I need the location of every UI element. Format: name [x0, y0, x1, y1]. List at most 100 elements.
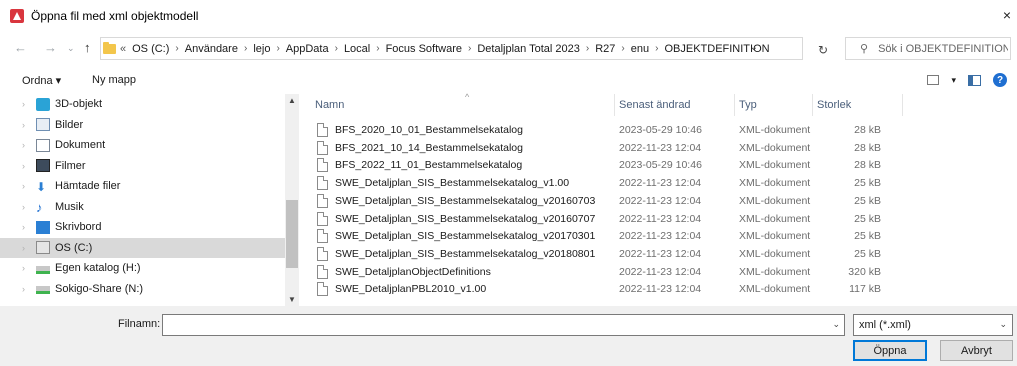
search-box[interactable]: ⚲ — [845, 37, 1011, 60]
breadcrumb-separator-icon[interactable]: › — [244, 43, 247, 54]
file-name: SWE_DetaljplanPBL2010_v1.00 — [335, 283, 487, 296]
view-options-icon[interactable] — [927, 75, 940, 85]
breadcrumb-item[interactable]: Användare — [185, 43, 238, 55]
organize-button[interactable]: Ordna ▾ — [22, 74, 61, 87]
breadcrumb-item[interactable]: Detaljplan Total 2023 — [477, 43, 580, 55]
tree-item[interactable]: › Skrivbord — [0, 217, 285, 237]
expand-chevron-icon[interactable]: › — [22, 140, 25, 150]
file-name: SWE_Detaljplan_SIS_Bestammelsekatalog_v2… — [335, 247, 596, 260]
column-header-name[interactable]: Namn ^ — [315, 92, 615, 116]
file-row[interactable]: SWE_Detaljplan_SIS_Bestammelsekatalog_v2… — [305, 245, 905, 263]
breadcrumb-item[interactable]: Focus Software — [386, 43, 462, 55]
breadcrumb-separator-icon[interactable]: › — [376, 43, 379, 54]
chevron-down-icon[interactable]: ⌄ — [999, 319, 1007, 330]
scroll-down-icon[interactable]: ▼ — [288, 295, 296, 304]
breadcrumb-overflow-icon[interactable]: « — [120, 43, 126, 55]
breadcrumb-separator-icon[interactable]: › — [586, 43, 589, 54]
breadcrumb-separator-icon[interactable]: › — [621, 43, 624, 54]
tree-item-label: Dokument — [55, 139, 106, 151]
expand-chevron-icon[interactable]: › — [22, 222, 25, 232]
breadcrumb-separator-icon[interactable]: › — [335, 43, 338, 54]
app-icon — [10, 8, 24, 23]
column-header-date[interactable]: Senast ändrad — [619, 94, 735, 116]
nav-scrollbar[interactable]: ▲ ▼ — [285, 94, 299, 306]
tree-item[interactable]: › OS (C:) — [0, 237, 285, 258]
file-row[interactable]: BFS_2021_10_14_Bestammelsekatalog 2022-11… — [305, 139, 905, 157]
back-arrow-icon[interactable]: ← — [14, 40, 27, 55]
search-input[interactable] — [878, 42, 1009, 55]
address-dropdown-icon[interactable]: ⌄ — [750, 42, 758, 53]
file-row[interactable]: BFS_2022_11_01_Bestammelsekatalog 2023-05… — [305, 156, 905, 174]
file-row[interactable]: SWE_Detaljplan_SIS_Bestammelsekatalog_v2… — [305, 227, 905, 245]
refresh-icon[interactable]: ↻ — [818, 43, 828, 57]
file-name: SWE_DetaljplanObjectDefinitions — [335, 265, 491, 278]
file-row[interactable]: SWE_Detaljplan_SIS_Bestammelsekatalog_v2… — [305, 192, 905, 210]
expand-chevron-icon[interactable]: › — [22, 202, 25, 212]
network-drive-icon — [36, 286, 50, 294]
tree-item[interactable]: › Dokument — [0, 135, 285, 155]
new-folder-button[interactable]: Ny mapp — [92, 74, 136, 86]
expand-chevron-icon[interactable]: › — [22, 161, 25, 171]
column-header-size[interactable]: Storlek — [817, 94, 903, 116]
expand-chevron-icon[interactable]: › — [22, 99, 25, 109]
cancel-button[interactable]: Avbryt — [940, 340, 1013, 361]
tree-item[interactable]: › ♪ Musik — [0, 197, 285, 217]
column-divider[interactable] — [902, 94, 903, 116]
breadcrumb-item[interactable]: AppData — [286, 43, 329, 55]
tree-item[interactable]: › Bilder — [0, 115, 285, 135]
column-type-label: Typ — [739, 99, 757, 111]
close-icon[interactable]: × — [1003, 7, 1011, 23]
view-dropdown-icon[interactable]: ▾ — [951, 75, 956, 86]
filename-input[interactable] — [163, 315, 823, 335]
expand-chevron-icon[interactable]: › — [22, 120, 25, 130]
command-bar: Ordna ▾ Ny mapp ▾ ? — [0, 68, 1017, 94]
forward-arrow-icon[interactable]: → — [44, 40, 57, 55]
file-row[interactable]: SWE_DetaljplanObjectDefinitions 2022-11-2… — [305, 263, 905, 281]
network-drive-icon — [36, 265, 50, 274]
help-icon[interactable]: ? — [993, 73, 1007, 87]
breadcrumb-item[interactable]: R27 — [595, 43, 615, 55]
column-header-type[interactable]: Typ — [739, 94, 813, 116]
column-divider[interactable] — [614, 94, 615, 116]
file-type-select[interactable]: xml (*.xml) ⌄ — [853, 314, 1013, 336]
tree-item[interactable]: › ⬇ Hämtade filer — [0, 176, 285, 196]
recent-locations-icon[interactable]: ⌄ — [67, 43, 75, 54]
open-button[interactable]: Öppna — [853, 340, 927, 361]
tree-item-label: Sokigo-Share (N:) — [55, 282, 144, 295]
breadcrumb-item[interactable]: lejo — [253, 43, 270, 55]
3d-objects-icon — [36, 97, 50, 111]
tree-item[interactable]: › Sokigo-Share (N:) — [0, 279, 285, 299]
expand-chevron-icon[interactable]: › — [22, 263, 25, 273]
preview-pane-icon[interactable] — [968, 74, 981, 86]
up-arrow-icon[interactable]: ↑ — [84, 40, 91, 55]
file-row[interactable]: SWE_Detaljplan_SIS_Bestammelsekatalog_v1… — [305, 174, 905, 192]
column-divider[interactable] — [812, 94, 813, 116]
file-row[interactable]: BFS_2020_10_01_Bestammelsekatalog 2023-05… — [305, 121, 905, 139]
scrollbar-thumb[interactable] — [286, 200, 298, 268]
expand-chevron-icon[interactable]: › — [22, 243, 25, 253]
breadcrumb-separator-icon[interactable]: › — [175, 43, 178, 54]
tree-item[interactable]: › 3D-objekt — [0, 94, 285, 114]
file-row[interactable]: SWE_DetaljplanPBL2010_v1.00 2022-11-23 12… — [305, 280, 905, 298]
tree-item[interactable]: › Filmer — [0, 156, 285, 176]
breadcrumb-item[interactable]: enu — [631, 43, 649, 55]
breadcrumb-item[interactable]: Local — [344, 43, 370, 55]
expand-chevron-icon[interactable]: › — [22, 284, 25, 294]
scroll-up-icon[interactable]: ▲ — [288, 96, 296, 105]
tree-item-label: Hämtade filer — [55, 180, 121, 192]
file-row[interactable]: SWE_Detaljplan_SIS_Bestammelsekatalog_v2… — [305, 210, 905, 228]
breadcrumb-separator-icon[interactable]: › — [468, 43, 471, 54]
breadcrumb: OS (C:) › Användare › lejo › AppData › Local › Foc… — [132, 43, 769, 55]
chevron-down-icon[interactable]: ⌄ — [832, 319, 840, 330]
expand-chevron-icon[interactable]: › — [22, 181, 25, 191]
desktop-icon — [36, 220, 50, 234]
tree-item[interactable]: › Egen katalog (H:) — [0, 258, 285, 278]
breadcrumb-item[interactable]: OS (C:) — [132, 43, 169, 55]
breadcrumb-separator-icon[interactable]: › — [276, 43, 279, 54]
address-bar[interactable]: « OS (C:) › Användare › lejo › AppData › Local › F… — [100, 37, 803, 60]
address-row: ← → ⌄ ↑ « OS (C:) › Användare › lejo › AppData… — [0, 31, 1017, 65]
breadcrumb-separator-icon[interactable]: › — [655, 43, 658, 54]
xml-file-icon — [317, 211, 328, 226]
column-divider[interactable] — [734, 94, 735, 116]
filename-combobox[interactable]: ⌄ — [162, 314, 845, 336]
